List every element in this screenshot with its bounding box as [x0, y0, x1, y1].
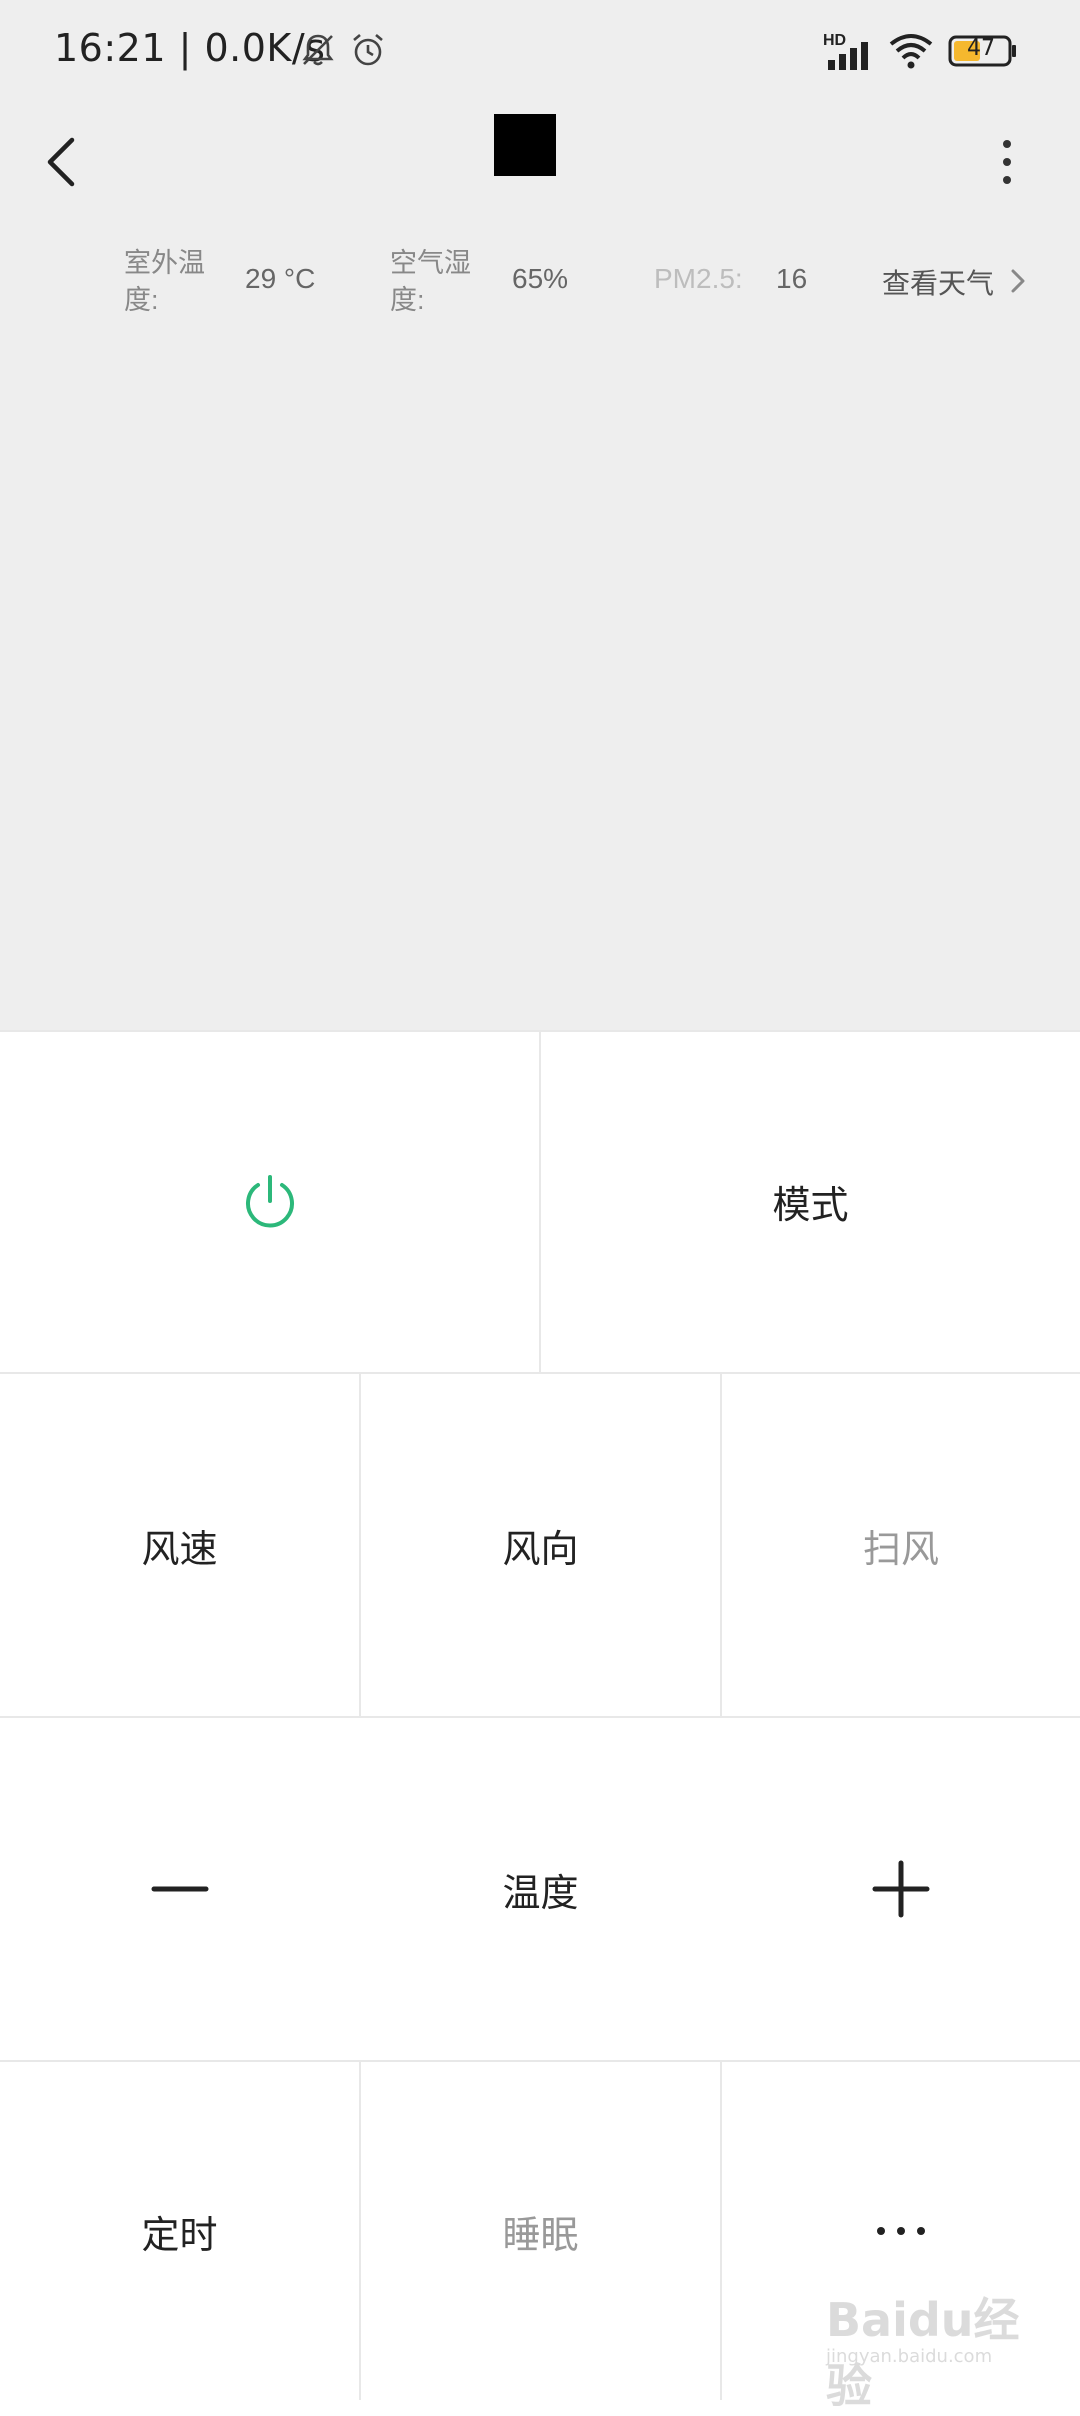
pm25-value: 16	[776, 263, 808, 294]
more-vertical-icon[interactable]	[990, 136, 1024, 188]
temperature-decrease-button[interactable]	[0, 1718, 359, 2060]
bell-off-icon	[302, 34, 334, 66]
ellipsis-icon	[877, 2227, 925, 2235]
minus-icon	[151, 1886, 208, 1892]
temperature-display: 温度	[361, 1718, 720, 2060]
signal-icon	[828, 42, 868, 70]
fan-speed-label: 风速	[141, 1528, 218, 1571]
fan-direction-button[interactable]: 风向	[361, 1374, 720, 1716]
alarm-icon	[353, 34, 383, 66]
weather-info-row: 室外温度: 29 °C 空气湿度: 65% PM2.5: 16 查看天气	[0, 240, 1080, 330]
swing-label: 扫风	[862, 1528, 939, 1571]
mode-button[interactable]: 模式	[541, 1030, 1080, 1372]
mode-label: 模式	[772, 1184, 849, 1227]
divider	[359, 2062, 361, 2400]
divider	[359, 1374, 361, 1716]
view-weather-link[interactable]: 查看天气	[882, 262, 994, 302]
sleep-label: 睡眠	[502, 2214, 579, 2257]
humidity-value: 65%	[512, 263, 569, 294]
timer-button[interactable]: 定时	[0, 2062, 359, 2400]
fan-speed-button[interactable]: 风速	[0, 1374, 359, 1716]
battery-level: 47	[967, 36, 995, 61]
device-title-image	[494, 114, 556, 176]
temperature-label: 温度	[502, 1872, 579, 1915]
baidu-watermark: Baidu经验 jingyan.baidu.com	[826, 2284, 1036, 2413]
power-icon	[245, 1175, 294, 1228]
fan-direction-label: 风向	[502, 1528, 579, 1571]
status-time: 16:21 | 0.0K/s	[54, 26, 326, 70]
wifi-icon	[889, 34, 933, 69]
ac-remote-screen: 16:21 | 0.0K/s HD 47 室外温度: 29 °C 空气湿度: 6…	[0, 0, 1080, 2413]
chevron-right-icon[interactable]	[1008, 266, 1028, 296]
outdoor-temp-value: 29 °C	[245, 263, 316, 294]
status-bar: 16:21 | 0.0K/s HD 47	[0, 0, 1080, 100]
outdoor-temp-label: 室外温度:	[124, 248, 205, 315]
watermark-sub: jingyan.baidu.com	[826, 2346, 993, 2367]
timer-label: 定时	[141, 2214, 218, 2257]
divider	[720, 1374, 722, 1716]
sleep-button[interactable]: 睡眠	[361, 2062, 720, 2400]
back-icon[interactable]	[40, 130, 84, 194]
plus-icon	[872, 1860, 930, 1918]
divider	[720, 2062, 722, 2400]
divider	[0, 1372, 1080, 1374]
pm25-label: PM2.5:	[654, 263, 743, 294]
divider	[0, 2060, 1080, 2062]
power-button[interactable]	[0, 1030, 539, 1372]
swing-button[interactable]: 扫风	[722, 1374, 1080, 1716]
humidity-label: 空气湿度:	[390, 248, 471, 315]
divider	[539, 1030, 541, 1372]
temperature-increase-button[interactable]	[722, 1718, 1080, 2060]
divider	[0, 1716, 1080, 1718]
